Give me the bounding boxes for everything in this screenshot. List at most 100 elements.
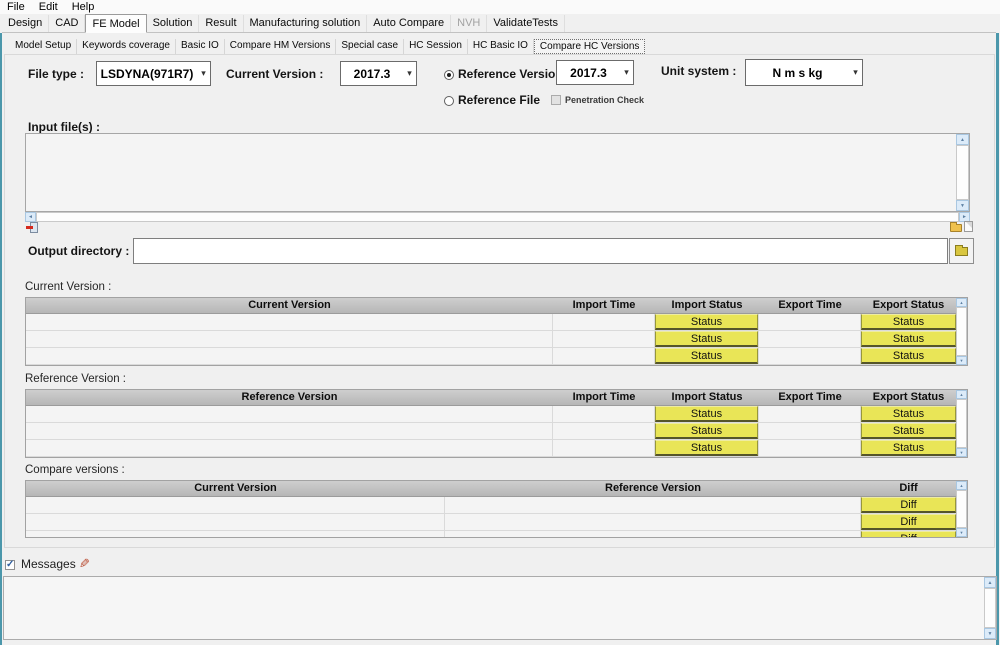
- export-status-button[interactable]: Status: [861, 331, 956, 347]
- scroll-thumb[interactable]: [956, 490, 967, 528]
- current-version-label: Current Version :: [226, 67, 323, 81]
- scroll-down-button[interactable]: [956, 528, 967, 537]
- table-cell: [26, 497, 445, 513]
- diff-button[interactable]: Diff: [861, 514, 956, 530]
- export-status-button[interactable]: Status: [861, 348, 956, 364]
- menu-edit[interactable]: Edit: [32, 0, 65, 14]
- tab-manufacturing-solution[interactable]: Manufacturing solution: [244, 15, 368, 32]
- table-row: Status Status: [26, 314, 967, 331]
- column-header: Reference Version: [26, 390, 553, 405]
- import-status-button[interactable]: Status: [655, 423, 758, 439]
- subtab-special-case[interactable]: Special case: [336, 39, 404, 54]
- unit-system-label: Unit system :: [661, 64, 736, 78]
- edit-pencil-icon[interactable]: [79, 555, 93, 569]
- tab-cad[interactable]: CAD: [49, 15, 85, 32]
- reference-version-value: 2017.3: [557, 66, 620, 80]
- table-cell: [26, 514, 445, 530]
- export-status-button[interactable]: Status: [861, 423, 956, 439]
- chevron-down-icon[interactable]: [620, 61, 633, 84]
- table-cell: Diff: [861, 514, 956, 530]
- column-header: Import Status: [655, 298, 759, 313]
- import-status-button[interactable]: Status: [655, 348, 758, 364]
- scroll-thumb[interactable]: [956, 307, 967, 356]
- compare-versions-section-label: Compare versions :: [25, 464, 125, 476]
- column-header: Import Time: [553, 390, 655, 405]
- scroll-thumb[interactable]: [984, 588, 996, 628]
- import-status-button[interactable]: Status: [655, 440, 758, 456]
- reference-file-radio[interactable]: [444, 96, 454, 106]
- add-file-icon[interactable]: [964, 221, 973, 232]
- export-status-button[interactable]: Status: [861, 440, 956, 456]
- file-type-value: LSDYNA(971R7): [97, 67, 197, 81]
- table-row: Status Status: [26, 348, 967, 365]
- messages-log[interactable]: [3, 576, 997, 640]
- tab-design[interactable]: Design: [2, 15, 49, 32]
- table-row: Status Status: [26, 406, 967, 423]
- scroll-up-button[interactable]: [956, 134, 969, 145]
- chevron-down-icon[interactable]: [197, 62, 210, 85]
- input-files-label: Input file(s) :: [28, 120, 100, 134]
- subtab-compare-hm-versions[interactable]: Compare HM Versions: [225, 39, 337, 54]
- browse-output-directory-button[interactable]: [949, 238, 974, 264]
- subtab-basic-io[interactable]: Basic IO: [176, 39, 225, 54]
- diff-button[interactable]: Diff: [861, 497, 956, 513]
- import-status-button[interactable]: Status: [655, 406, 758, 422]
- export-status-button[interactable]: Status: [861, 314, 956, 330]
- scroll-up-button[interactable]: [984, 577, 996, 588]
- table-cell: [445, 514, 861, 530]
- subtab-hc-session[interactable]: HC Session: [404, 39, 468, 54]
- current-version-select[interactable]: 2017.3: [340, 61, 417, 86]
- reference-version-table: Reference Version Import Time Import Sta…: [25, 389, 968, 458]
- tab-result[interactable]: Result: [199, 15, 243, 32]
- output-directory-input[interactable]: [133, 238, 948, 264]
- unit-system-select[interactable]: N m s kg: [745, 59, 863, 86]
- scroll-down-button[interactable]: [956, 448, 967, 457]
- scroll-thumb[interactable]: [956, 145, 969, 200]
- import-status-button[interactable]: Status: [655, 331, 758, 347]
- tab-validatetests[interactable]: ValidateTests: [487, 15, 565, 32]
- import-status-button[interactable]: Status: [655, 314, 758, 330]
- subtab-hc-basic-io[interactable]: HC Basic IO: [468, 39, 534, 54]
- tab-solution[interactable]: Solution: [147, 15, 200, 32]
- export-status-button[interactable]: Status: [861, 406, 956, 422]
- table-cell: [553, 423, 655, 439]
- penetration-check-label: Penetration Check: [565, 95, 644, 105]
- table-row: Diff: [26, 514, 967, 531]
- scroll-down-button[interactable]: [956, 356, 967, 365]
- subtab-keywords-coverage[interactable]: Keywords coverage: [77, 39, 176, 54]
- table-cell: [26, 440, 553, 456]
- input-files-vertical-scrollbar: [956, 134, 969, 211]
- subtab-compare-hc-versions[interactable]: Compare HC Versions: [534, 39, 645, 54]
- scroll-up-button[interactable]: [956, 390, 967, 399]
- column-header: Current Version: [26, 298, 553, 313]
- scroll-thumb[interactable]: [36, 212, 959, 222]
- scroll-up-button[interactable]: [956, 481, 967, 490]
- add-folder-icon[interactable]: [950, 224, 962, 232]
- reference-version-select[interactable]: 2017.3: [556, 60, 634, 85]
- file-type-select[interactable]: LSDYNA(971R7): [96, 61, 211, 86]
- scroll-down-button[interactable]: [984, 628, 996, 639]
- table-cell: [445, 531, 861, 538]
- table-header-row: Current Version Import Time Import Statu…: [26, 298, 967, 314]
- penetration-check-checkbox[interactable]: [551, 95, 561, 105]
- menu-help[interactable]: Help: [65, 0, 102, 14]
- tab-auto-compare[interactable]: Auto Compare: [367, 15, 451, 32]
- scroll-down-button[interactable]: [956, 200, 969, 211]
- scroll-up-button[interactable]: [956, 298, 967, 307]
- chevron-down-icon[interactable]: [849, 60, 862, 85]
- menu-file[interactable]: File: [0, 0, 32, 14]
- chevron-down-icon[interactable]: [403, 62, 416, 85]
- remove-file-icon[interactable]: [26, 222, 39, 234]
- messages-checkbox[interactable]: [5, 560, 15, 570]
- tab-nvh: NVH: [451, 15, 487, 32]
- table-row: Status Status: [26, 423, 967, 440]
- reference-version-radio[interactable]: [444, 70, 454, 80]
- table-cell: [759, 331, 861, 347]
- scroll-left-button[interactable]: [25, 212, 36, 222]
- messages-label: Messages: [21, 557, 76, 571]
- input-files-list[interactable]: [25, 133, 970, 212]
- scroll-thumb[interactable]: [956, 399, 967, 448]
- tab-fe-model[interactable]: FE Model: [85, 14, 146, 33]
- diff-button[interactable]: Diff: [861, 531, 956, 538]
- subtab-model-setup[interactable]: Model Setup: [10, 39, 77, 54]
